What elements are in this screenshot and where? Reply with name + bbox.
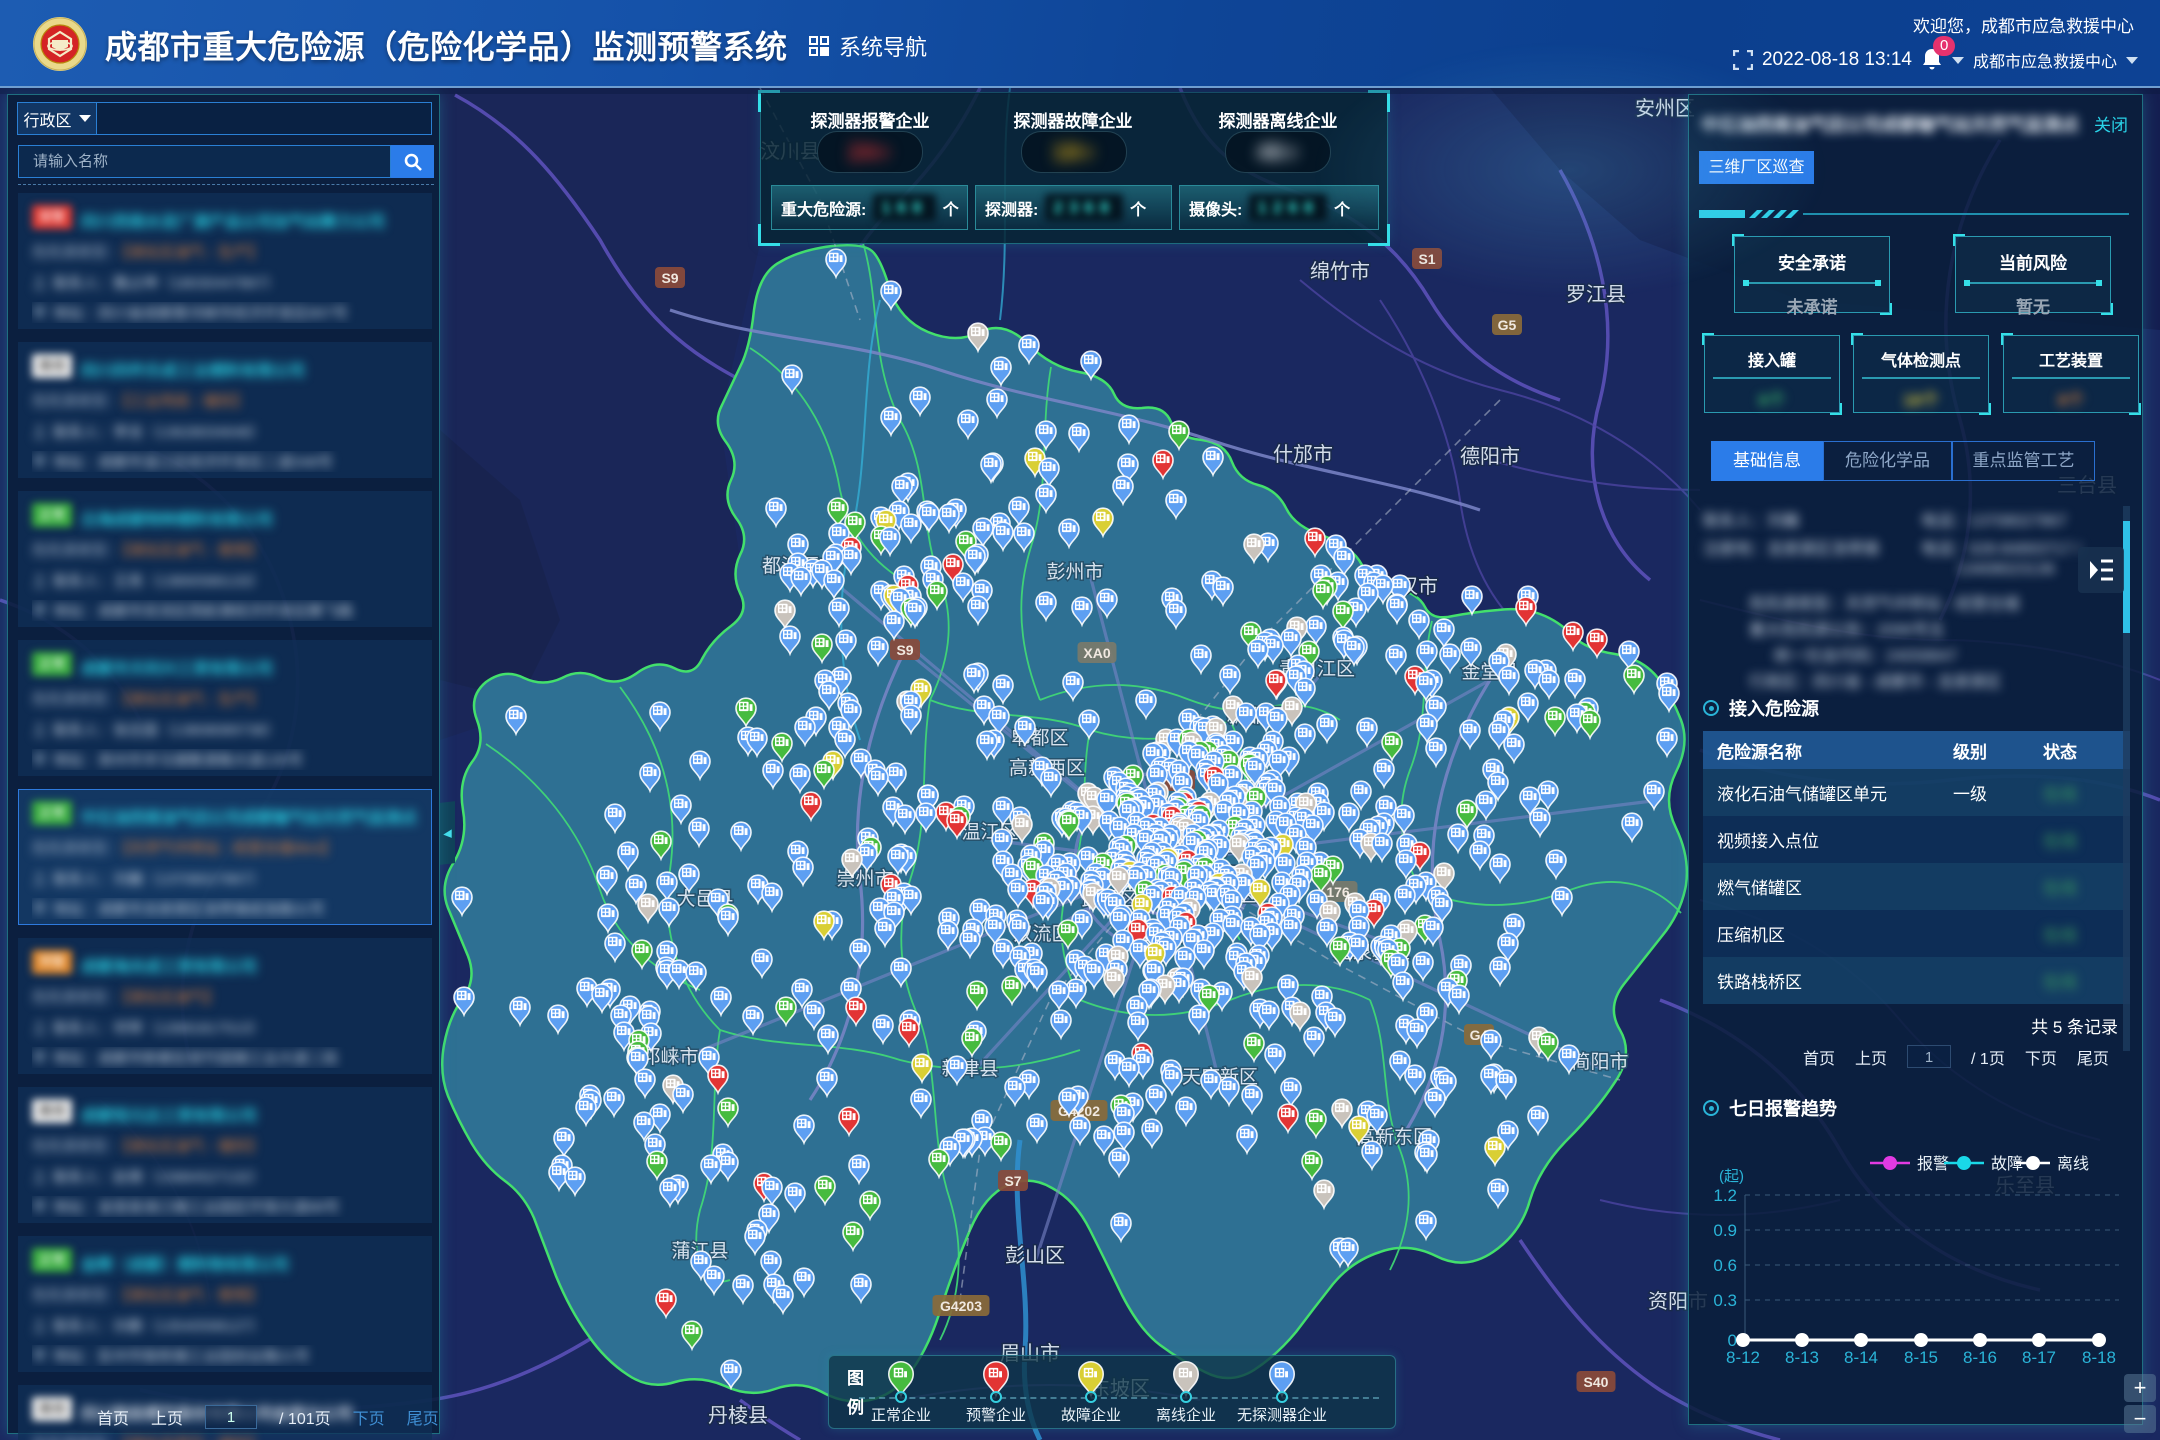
svg-text:什邡市: 什邡市 (1273, 443, 1333, 466)
svg-text:(起): (起) (1719, 1168, 1744, 1185)
svg-text:德阳市: 德阳市 (1460, 445, 1520, 468)
svg-text:8-17: 8-17 (2022, 1348, 2056, 1367)
svg-text:彭山区: 彭山区 (1005, 1244, 1065, 1267)
svg-text:0.3: 0.3 (1713, 1291, 1737, 1310)
svg-text:S9: S9 (661, 270, 678, 286)
svg-text:简阳市: 简阳市 (1571, 1051, 1628, 1073)
svg-text:0.6: 0.6 (1713, 1256, 1737, 1275)
svg-text:0.9: 0.9 (1713, 1221, 1737, 1240)
svg-text:8-16: 8-16 (1963, 1348, 1997, 1367)
svg-text:8-18: 8-18 (2082, 1348, 2116, 1367)
svg-text:XA0: XA0 (1083, 645, 1110, 661)
svg-text:8-15: 8-15 (1904, 1348, 1938, 1367)
svg-text:S9: S9 (896, 642, 913, 658)
svg-text:S7: S7 (1004, 1173, 1021, 1189)
svg-text:8-13: 8-13 (1785, 1348, 1819, 1367)
svg-text:彭州市: 彭州市 (1046, 561, 1103, 583)
svg-text:8-12: 8-12 (1726, 1348, 1760, 1367)
svg-text:离线: 离线 (2057, 1155, 2089, 1173)
svg-text:S40: S40 (1584, 1374, 1609, 1390)
svg-text:8-14: 8-14 (1844, 1348, 1878, 1367)
svg-text:绵竹市: 绵竹市 (1310, 260, 1370, 283)
svg-text:G5: G5 (1498, 317, 1517, 333)
svg-text:1.2: 1.2 (1713, 1186, 1737, 1205)
svg-text:丹棱县: 丹棱县 (708, 1404, 768, 1427)
svg-text:G4203: G4203 (940, 1298, 982, 1314)
